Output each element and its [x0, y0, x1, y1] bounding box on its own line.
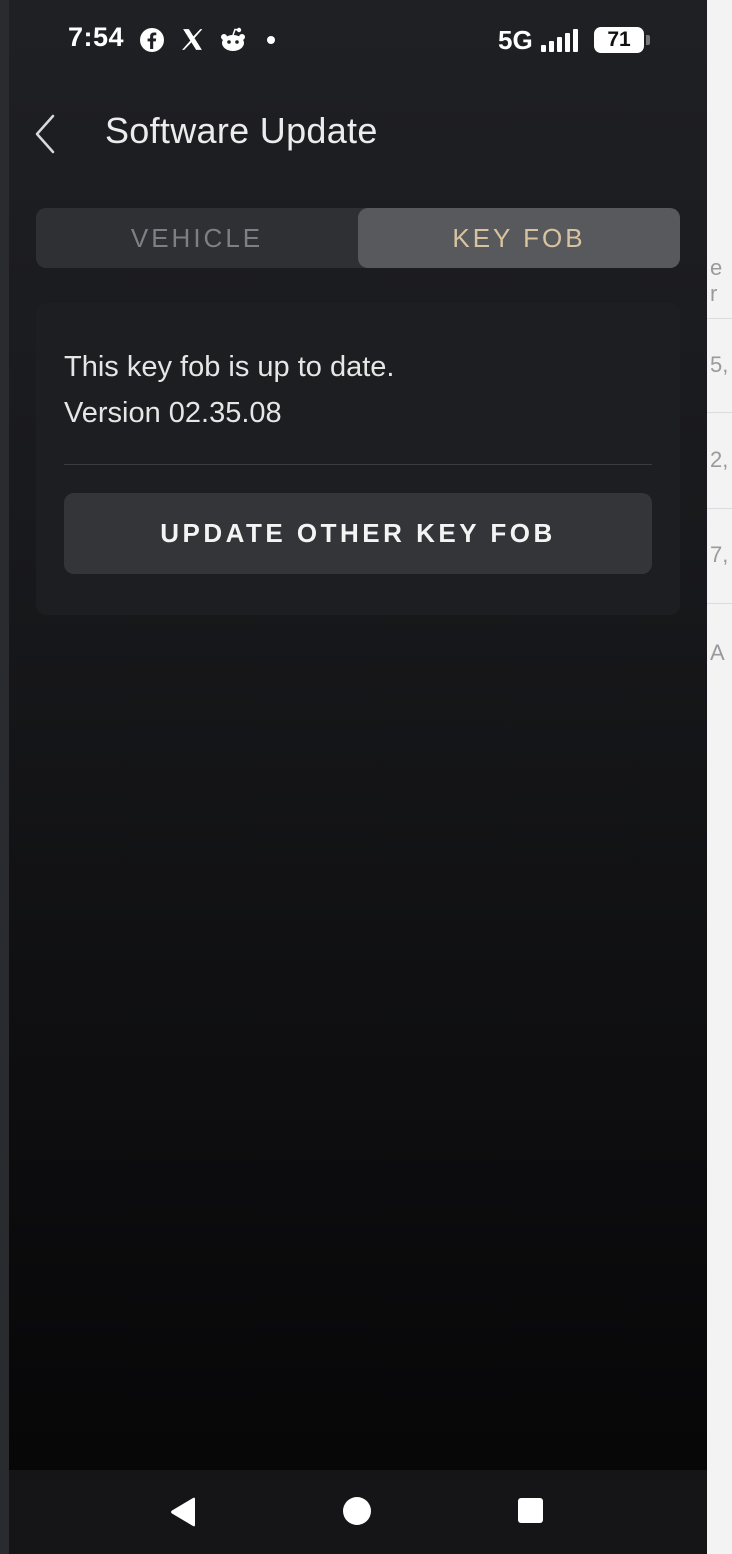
x-icon — [182, 29, 203, 50]
facebook-icon — [140, 28, 164, 52]
network-type: 5G — [498, 25, 533, 55]
signal-icon — [541, 29, 578, 52]
tab-bar: VEHICLE KEY FOB — [36, 208, 680, 268]
status-time: 7:54 — [68, 22, 125, 52]
key-fob-card: This key fob is up to date. Version 02.3… — [36, 303, 680, 615]
peek-text: 2, — [710, 447, 729, 472]
battery-icon: 71 — [594, 27, 644, 53]
chevron-left-icon[interactable] — [31, 112, 71, 156]
update-status-text: This key fob is up to date. — [64, 351, 395, 383]
card-divider — [64, 464, 652, 465]
peek-text: 5, — [710, 352, 729, 377]
update-other-key-fob-button[interactable]: UPDATE OTHER KEY FOB — [64, 493, 652, 574]
nav-recents-icon[interactable] — [518, 1498, 543, 1523]
tab-key-fob[interactable]: KEY FOB — [358, 208, 680, 268]
peek-text: e r — [710, 255, 723, 306]
system-nav-bar — [9, 1470, 707, 1554]
peek-text: A — [710, 640, 725, 665]
nav-back-icon[interactable] — [169, 1497, 197, 1527]
reddit-icon — [221, 27, 245, 51]
nav-home-icon[interactable] — [343, 1497, 371, 1525]
phone-screen: 7:54 5G 71 Software Update VEHICLE KEY F… — [9, 0, 707, 1554]
tab-vehicle[interactable]: VEHICLE — [36, 208, 358, 268]
status-bar: 7:54 5G 71 — [9, 0, 707, 80]
battery-tip — [646, 35, 650, 45]
page-title: Software Update — [105, 110, 378, 151]
notification-dot-icon — [267, 36, 275, 44]
version-text: Version 02.35.08 — [64, 397, 282, 429]
peek-text: 7, — [710, 542, 729, 567]
